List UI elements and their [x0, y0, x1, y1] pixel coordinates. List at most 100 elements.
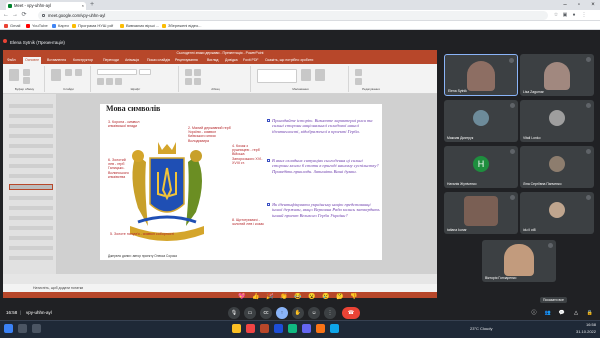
- cut-icon[interactable]: [23, 69, 30, 76]
- slide-thumbnail-selected[interactable]: [9, 184, 53, 190]
- app-icon[interactable]: [302, 324, 311, 333]
- close-window-icon[interactable]: ×: [586, 0, 600, 10]
- slide-thumbnail[interactable]: [9, 206, 53, 210]
- reaction-button[interactable]: 👎: [350, 293, 357, 300]
- ppt-tab[interactable]: Foxit PDF: [243, 57, 259, 64]
- start-icon[interactable]: [4, 324, 13, 333]
- raise-hand-button[interactable]: ✋: [292, 307, 304, 319]
- reaction-button[interactable]: 😂: [294, 293, 301, 300]
- slide-thumbnail[interactable]: [9, 154, 53, 158]
- mic-button[interactable]: 🎙: [228, 307, 240, 319]
- bold-icon[interactable]: [97, 78, 104, 85]
- participant-tile[interactable]: Elena Sytnik: [444, 54, 518, 96]
- browser-tab[interactable]: Meet - vpy-uhhn-ayl ×: [6, 2, 86, 10]
- font-name-select[interactable]: [97, 69, 137, 75]
- reaction-button[interactable]: 👍: [252, 293, 259, 300]
- new-tab-button[interactable]: +: [90, 1, 94, 8]
- taskview-icon[interactable]: [32, 324, 41, 333]
- underline-icon[interactable]: [115, 78, 122, 85]
- participant-tile[interactable]: Lisa Zagumar: [520, 54, 594, 96]
- speaker-notes[interactable]: Натисніть, щоб додати нотатки: [3, 284, 437, 292]
- ppt-tab[interactable]: Рецензування: [175, 57, 198, 64]
- ppt-search[interactable]: Скажіть, що потрібно зробити: [265, 57, 313, 64]
- bullets-icon[interactable]: [185, 69, 192, 76]
- participant-tile[interactable]: Вікторія Гончаренко: [482, 240, 556, 282]
- replace-icon[interactable]: [355, 78, 362, 85]
- clock[interactable]: 16:58: [566, 322, 596, 327]
- quick-styles-icon[interactable]: [315, 69, 325, 81]
- reaction-button[interactable]: 👏: [280, 293, 287, 300]
- present-button[interactable]: ↑: [276, 307, 288, 319]
- captions-button[interactable]: cc: [260, 307, 272, 319]
- extensions-icon[interactable]: ▣: [561, 11, 569, 20]
- chat-icon[interactable]: 💬: [556, 307, 568, 319]
- reset-icon[interactable]: [75, 69, 82, 76]
- slide-thumbnail[interactable]: [9, 196, 53, 200]
- slide-thumbnail[interactable]: [9, 164, 53, 168]
- people-icon[interactable]: 👥: [542, 307, 554, 319]
- new-slide-icon[interactable]: [51, 69, 61, 81]
- reactions-button[interactable]: ☺: [308, 307, 320, 319]
- word-icon[interactable]: [274, 324, 283, 333]
- slide-thumbnail[interactable]: [9, 256, 53, 260]
- slide-thumbnail[interactable]: [9, 144, 53, 148]
- participant-tile[interactable]: tatiana kunar: [444, 192, 518, 234]
- participant-tile[interactable]: Н Наталія Жупіченко: [444, 146, 518, 188]
- participant-tile[interactable]: Ліна Сергіївна Панченко: [520, 146, 594, 188]
- slide-thumbnail[interactable]: [9, 226, 53, 230]
- reaction-button[interactable]: 🎉: [266, 293, 273, 300]
- ppt-tab[interactable]: Переходи: [103, 57, 119, 64]
- ppt-tab[interactable]: Конструктор: [73, 57, 93, 64]
- activities-icon[interactable]: △: [570, 307, 582, 319]
- ppt-tab[interactable]: Вставлення: [47, 57, 66, 64]
- reaction-button[interactable]: 😢: [322, 293, 329, 300]
- back-icon[interactable]: ←: [2, 11, 10, 20]
- participant-tile[interactable]: Vitali Lonko: [520, 100, 594, 142]
- numbering-icon[interactable]: [194, 69, 201, 76]
- shapes-gallery[interactable]: [257, 69, 297, 83]
- file-explorer-icon[interactable]: [232, 324, 241, 333]
- slide-thumbnail[interactable]: [9, 236, 53, 240]
- slide-thumbnail[interactable]: [9, 114, 53, 118]
- maximize-icon[interactable]: ▫: [572, 0, 586, 10]
- slide-thumbnail[interactable]: [9, 104, 53, 108]
- participant-tile[interactable]: Максим Дмитрук: [444, 100, 518, 142]
- app-icon[interactable]: [288, 324, 297, 333]
- camera-button[interactable]: ▭: [244, 307, 256, 319]
- profile-avatar[interactable]: ●: [570, 11, 578, 20]
- participant-tile[interactable]: idu il ot8: [520, 192, 594, 234]
- bookmark-item[interactable]: Вивчаємо вірші ...: [120, 21, 159, 30]
- host-controls-icon[interactable]: 🔒: [584, 307, 596, 319]
- find-icon[interactable]: [355, 69, 362, 76]
- reload-icon[interactable]: ⟳: [20, 11, 28, 20]
- app-icon[interactable]: [316, 324, 325, 333]
- browser-menu-icon[interactable]: ⋮: [580, 11, 588, 20]
- paste-icon[interactable]: [9, 69, 19, 81]
- align-center-icon[interactable]: [194, 78, 201, 85]
- ppt-tab[interactable]: Основне: [23, 57, 42, 64]
- weather-widget[interactable]: 23°C Cloudy: [470, 326, 493, 331]
- align-left-icon[interactable]: [185, 78, 192, 85]
- copy-icon[interactable]: [23, 77, 30, 84]
- slide-thumbnail[interactable]: [9, 134, 53, 138]
- forward-icon[interactable]: →: [11, 11, 19, 20]
- bookmark-item[interactable]: Карти: [52, 21, 69, 30]
- layout-icon[interactable]: [65, 69, 72, 76]
- info-icon[interactable]: ⓘ: [528, 307, 540, 319]
- ppt-tab[interactable]: Показ слайдів: [147, 57, 170, 64]
- ppt-tab[interactable]: Довідка: [225, 57, 238, 64]
- more-options-button[interactable]: ⋮: [324, 307, 336, 319]
- slide-thumbnail[interactable]: [9, 174, 53, 178]
- date[interactable]: 31.10.2022: [560, 329, 596, 334]
- bookmark-item[interactable]: Збережені відео...: [162, 21, 202, 30]
- reaction-button[interactable]: 💖: [238, 293, 245, 300]
- leave-call-button[interactable]: ☎: [342, 307, 360, 319]
- reaction-button[interactable]: 🤔: [336, 293, 343, 300]
- bookmark-item[interactable]: Програма НУШ pdf: [72, 21, 113, 30]
- slide-thumbnail[interactable]: [9, 246, 53, 250]
- ppt-tab[interactable]: Анімація: [125, 57, 139, 64]
- italic-icon[interactable]: [106, 78, 113, 85]
- search-icon[interactable]: [18, 324, 27, 333]
- arrange-icon[interactable]: [301, 69, 311, 81]
- font-size-select[interactable]: [139, 69, 151, 75]
